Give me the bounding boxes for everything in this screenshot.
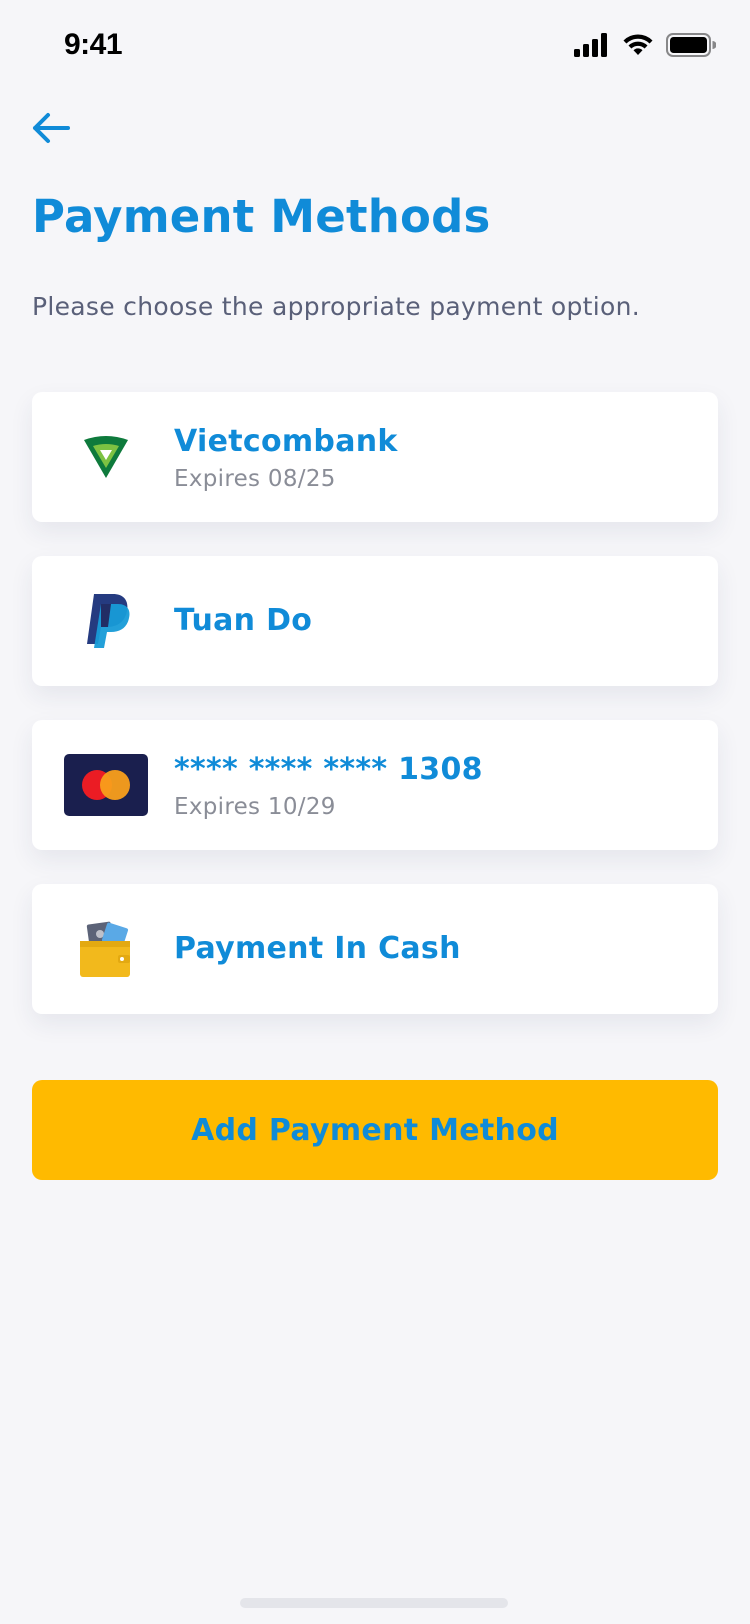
payment-methods-screen: 9:41 Payment Methods Please choose the a… bbox=[0, 0, 750, 1624]
cash-wallet-icon bbox=[64, 907, 148, 991]
home-indicator bbox=[240, 1598, 508, 1608]
page-subtitle: Please choose the appropriate payment op… bbox=[32, 292, 641, 321]
status-icons bbox=[574, 33, 716, 57]
method-name: Tuan Do bbox=[174, 603, 313, 638]
method-expiry: Expires 08/25 bbox=[174, 466, 336, 492]
mastercard-logo-icon bbox=[64, 743, 148, 827]
paypal-logo-icon bbox=[64, 579, 148, 663]
arrow-left-icon bbox=[33, 113, 70, 143]
back-button[interactable] bbox=[30, 110, 74, 146]
wifi-icon bbox=[623, 34, 653, 55]
status-bar: 9:41 bbox=[0, 0, 750, 96]
battery-icon bbox=[666, 33, 716, 57]
signal-icon bbox=[574, 33, 607, 57]
method-expiry: Expires 10/29 bbox=[174, 794, 336, 820]
payment-method-mastercard[interactable]: **** **** **** 1308 Expires 10/29 bbox=[32, 720, 718, 850]
payment-method-cash[interactable]: Payment In Cash bbox=[32, 884, 718, 1014]
card-number-masked: **** **** **** 1308 bbox=[174, 752, 483, 787]
method-name: Payment In Cash bbox=[174, 931, 461, 966]
method-name: Vietcombank bbox=[174, 424, 398, 459]
mastercard-badge bbox=[64, 754, 148, 816]
payment-method-paypal[interactable]: Tuan Do bbox=[32, 556, 718, 686]
page-title: Payment Methods bbox=[32, 190, 491, 243]
add-payment-method-button[interactable]: Add Payment Method bbox=[32, 1080, 718, 1180]
payment-method-vietcombank[interactable]: Vietcombank Expires 08/25 bbox=[32, 392, 718, 522]
status-time: 9:41 bbox=[64, 28, 123, 61]
vietcombank-logo-icon bbox=[64, 415, 148, 499]
